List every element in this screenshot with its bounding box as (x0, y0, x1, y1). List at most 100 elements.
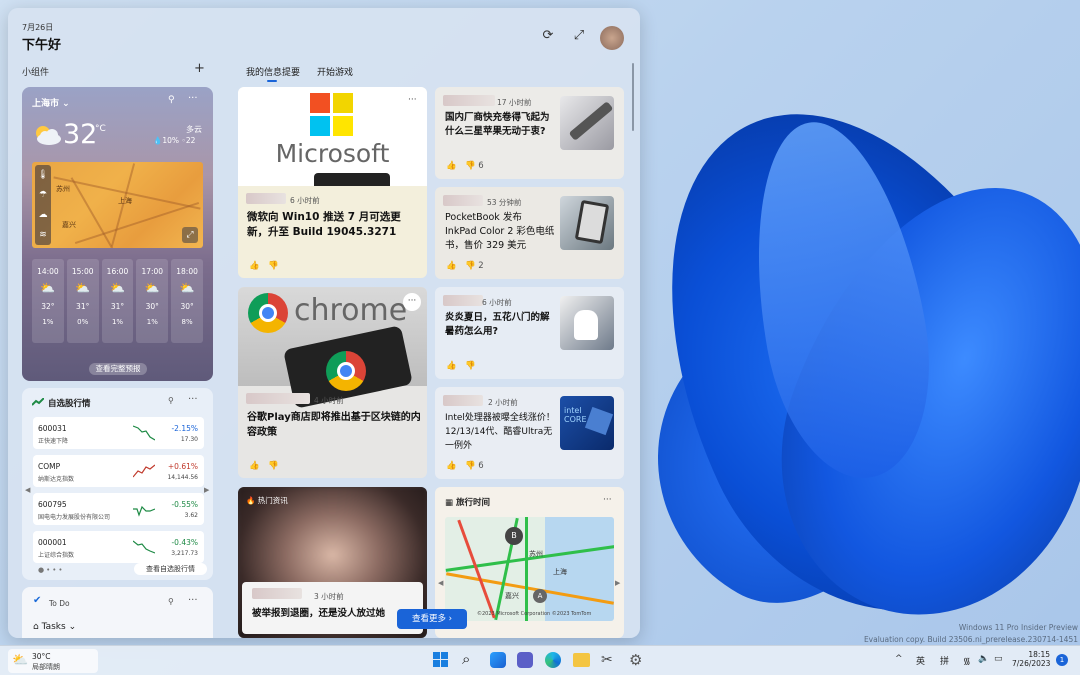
dislike-icon[interactable]: 👎 2 (465, 261, 484, 271)
more-icon[interactable]: ··· (188, 93, 198, 104)
more-icon[interactable]: ··· (403, 293, 421, 311)
clock[interactable]: 18:15 7/26/2023 (1012, 650, 1050, 668)
scrollbar[interactable] (632, 63, 634, 131)
rain-icon[interactable]: ☂ (35, 185, 51, 205)
weather-widget[interactable]: 上海市 ⌄ ⚲ ··· 32 °C 多云 💧10% ◦22 🌡 ☂ ☁ ≋ 苏州… (22, 87, 213, 381)
ime-mode[interactable]: 英 (916, 654, 925, 667)
like-icon[interactable]: 👍 (446, 161, 457, 171)
ime-pinyin[interactable]: 拼 (940, 654, 949, 667)
battery-icon[interactable]: ▭ (994, 654, 1003, 664)
news-card[interactable]: Microsoft ··· 6 小时前 微软向 Win10 推送 7 月可选更新… (238, 87, 427, 278)
os-watermark: Windows 11 Pro Insider Preview Evaluation… (863, 623, 1078, 644)
like-icon[interactable]: 👍 (446, 261, 457, 271)
hourly-forecast: 14:00 ⛅ 32° 1% 15:00 ⛅ 31° 0% 16:00 ⛅ 31° 1% 17:0… (32, 259, 203, 343)
refresh-icon[interactable]: ⟳ (540, 28, 556, 44)
view-stocks-button[interactable]: 查看自选股行情 (134, 563, 207, 575)
news-card[interactable]: 17 小时前 国内厂商快充卷得飞起为什么三星苹果无动于衷? 👍 👎 6 (435, 87, 624, 179)
headline[interactable]: Intel处理器被曝全线涨价！12/13/14代、酷睿Ultra无一例外 (445, 411, 557, 453)
stock-row[interactable]: 000001 上证综合指数 -0.43% 3,217.73 (33, 531, 204, 563)
chevron-up-icon[interactable]: ^ (895, 654, 903, 664)
snipping-tool-icon[interactable]: ✂ (601, 652, 613, 668)
more-icon[interactable]: ··· (188, 595, 198, 606)
volume-icon[interactable]: 🔈 (978, 654, 989, 664)
widgets-icon[interactable] (490, 652, 506, 668)
news-card[interactable]: 53 分钟前 PocketBook 发布 InkPad Color 2 彩色电纸… (435, 187, 624, 279)
hour-item: 17:00 ⛅ 30° 1% (136, 259, 169, 343)
pin-icon[interactable]: ⚲ (168, 396, 174, 405)
weather-city[interactable]: 上海市 ⌄ (32, 96, 70, 109)
map-layer-selector[interactable]: 🌡 ☂ ☁ ≋ (35, 165, 51, 245)
traffic-map[interactable]: B A 苏州 上海 嘉兴 ©2023 Microsoft Corporation… (445, 517, 614, 621)
sparkline (133, 505, 155, 517)
news-thumbnail (560, 196, 614, 250)
taskbar-weather[interactable]: ⛅ 30°C 局部晴朗 (8, 649, 98, 673)
news-thumbnail (560, 96, 614, 150)
news-thumbnail (560, 296, 614, 350)
thermometer-icon[interactable]: 🌡 (35, 165, 51, 185)
stocks-widget[interactable]: 自选股行情 ⚲ ··· 600031 正快速下降 -2.15% 17.30 COMP… (22, 388, 213, 580)
stock-row[interactable]: 600795 国电电力发展股份有限公司 -0.55% 3.62 (33, 493, 204, 525)
headline[interactable]: PocketBook 发布 InkPad Color 2 彩色电纸书，售价 32… (445, 211, 555, 253)
partly-cloudy-icon: ⛅ (40, 281, 56, 295)
more-icon[interactable]: ··· (603, 495, 612, 505)
news-card[interactable]: chrome ··· 4 小时前 谷歌Play商店即将推出基于区块链的内容政策 … (238, 287, 427, 478)
like-icon[interactable]: 👍 (446, 361, 457, 371)
cloud-icon[interactable]: ☁ (35, 205, 51, 225)
pin-icon[interactable]: ⚲ (168, 597, 174, 606)
dislike-icon[interactable]: 👎 6 (465, 461, 484, 471)
like-icon[interactable]: 👍 (446, 461, 457, 471)
news-card[interactable]: 2 小时前 Intel处理器被曝全线涨价！12/13/14代、酷睿Ultra无一… (435, 387, 624, 479)
pager-dots[interactable]: ●••• (38, 566, 65, 574)
more-icon[interactable]: ··· (188, 394, 198, 405)
partly-cloudy-icon: ⛅ (12, 653, 29, 668)
like-icon[interactable]: 👍 (249, 261, 260, 271)
hot-tag: 🔥 热门资讯 (246, 496, 288, 505)
dislike-icon[interactable]: 👎 (268, 461, 279, 471)
weather-map[interactable]: 🌡 ☂ ☁ ≋ 苏州 上海 嘉兴 ⤢ (32, 162, 203, 248)
source-logo (246, 393, 310, 404)
travel-title: ▦ 旅行时间 (445, 498, 491, 508)
notification-badge[interactable]: 1 (1056, 654, 1068, 666)
full-forecast-button[interactable]: 查看完整预报 (89, 363, 147, 375)
source-logo (443, 295, 483, 306)
start-icon[interactable] (433, 652, 449, 668)
news-card[interactable]: 6 小时前 炎炎夏日，五花八门的解暑药怎么用? 👍 👎 (435, 287, 624, 379)
source-logo (443, 95, 495, 106)
wifi-icon[interactable]: ᯾ (963, 654, 971, 667)
headline[interactable]: 国内厂商快充卷得飞起为什么三星苹果无动于衷? (445, 111, 555, 139)
expand-icon[interactable]: ⤢ (571, 28, 587, 44)
avatar[interactable] (600, 26, 624, 50)
like-icon[interactable]: 👍 (249, 461, 260, 471)
add-widget-button[interactable]: + (194, 61, 205, 76)
tab-play[interactable]: 开始游戏 (317, 65, 353, 78)
headline[interactable]: 微软向 Win10 推送 7 月可选更新，升至 Build 19045.3271 (247, 210, 419, 240)
tab-my-feed[interactable]: 我的信息提要 (246, 65, 300, 78)
settings-icon[interactable]: ⚙ (629, 651, 642, 669)
todo-widget[interactable]: ✔ To Do ⚲ ··· ⌂ Tasks ⌄ (22, 587, 213, 638)
see-more-button[interactable]: 查看更多 › (397, 609, 467, 629)
headline[interactable]: 谷歌Play商店即将推出基于区块链的内容政策 (247, 410, 421, 440)
search-icon[interactable]: ⌕ (462, 650, 470, 668)
file-explorer-icon[interactable] (573, 653, 590, 667)
stock-row[interactable]: COMP 纳斯达克指数 +0.61% 14,144.56 (33, 455, 204, 487)
weather-condition: 多云 (186, 125, 202, 134)
headline[interactable]: 被举报到退圈，还是没人放过她 (252, 606, 420, 621)
next-arrow-icon[interactable]: ▶ (615, 579, 620, 587)
wind-icon[interactable]: ≋ (35, 225, 51, 245)
expand-map-icon[interactable]: ⤢ (182, 227, 198, 243)
dislike-icon[interactable]: 👎 (268, 261, 279, 271)
pin-icon[interactable]: ⚲ (168, 95, 175, 105)
teams-icon[interactable] (517, 652, 533, 668)
prev-arrow-icon[interactable]: ◀ (25, 486, 30, 494)
dislike-icon[interactable]: 👎 (465, 361, 476, 371)
more-icon[interactable]: ··· (408, 95, 417, 105)
stock-row[interactable]: 600031 正快速下降 -2.15% 17.30 (33, 417, 204, 449)
prev-arrow-icon[interactable]: ◀ (438, 579, 443, 587)
edge-icon[interactable] (545, 652, 561, 668)
tasks-dropdown[interactable]: ⌂ Tasks ⌄ (33, 622, 76, 632)
map-attribution: ©2023 Microsoft Corporation ©2023 TomTom (477, 611, 592, 617)
next-arrow-icon[interactable]: ▶ (204, 486, 209, 494)
dislike-icon[interactable]: 👎 6 (465, 161, 484, 171)
todo-check-icon: ✔ (33, 595, 42, 606)
headline[interactable]: 炎炎夏日，五花八门的解暑药怎么用? (445, 311, 555, 339)
